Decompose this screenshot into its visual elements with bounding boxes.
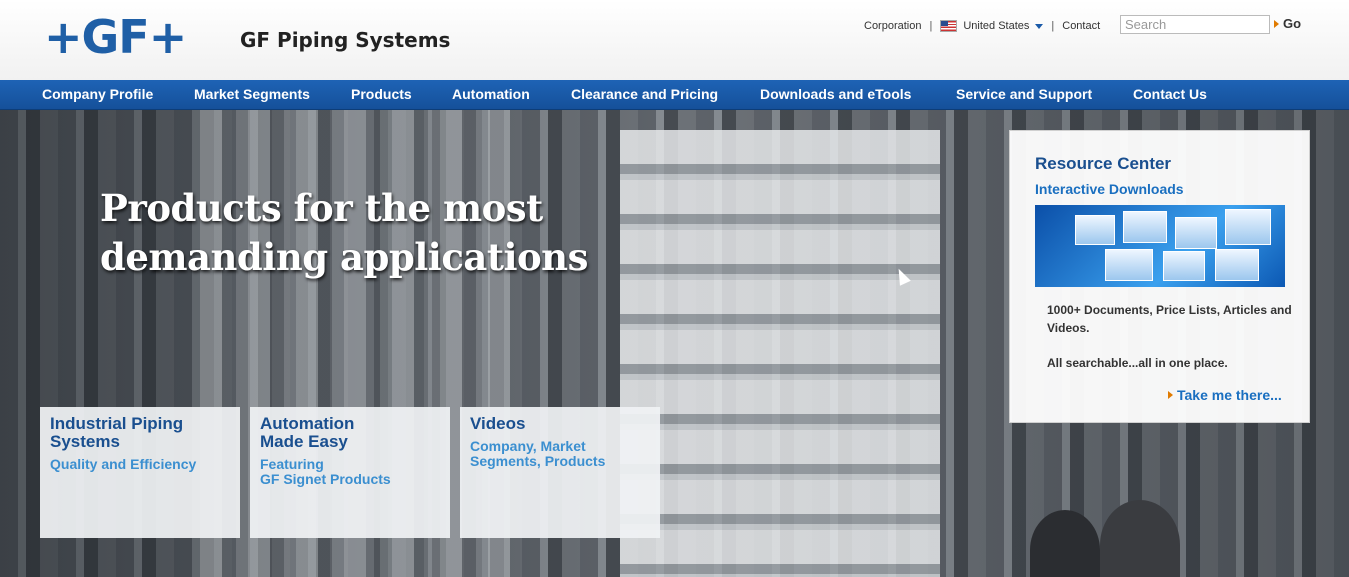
- headline-line-2: demanding applications: [100, 235, 588, 279]
- hero-background-membranes: [620, 130, 940, 577]
- caret-down-icon: [1035, 23, 1044, 29]
- headline-line-1: Products for the most: [100, 186, 543, 230]
- brand-name: GF Piping Systems: [240, 28, 451, 52]
- interactive-downloads-image[interactable]: [1035, 205, 1285, 287]
- resource-center-title: Resource Center: [1035, 154, 1172, 173]
- arrow-right-icon: [1274, 19, 1279, 28]
- utility-links: Corporation | United States | Contact: [864, 19, 1100, 33]
- screen-thumbnail: [1215, 249, 1259, 281]
- screen-thumbnail: [1123, 211, 1167, 243]
- resource-center-tagline: All searchable...all in one place.: [1047, 356, 1228, 370]
- tile-title: Videos: [470, 414, 526, 433]
- resource-center-panel: Resource Center Interactive Downloads 10…: [1009, 130, 1310, 423]
- screen-thumbnail: [1163, 251, 1205, 281]
- tile-subtitle: Featuring GF Signet Products: [260, 457, 445, 487]
- tile-videos[interactable]: Videos Company, Market Segments, Product…: [460, 407, 660, 538]
- nav-item-downloads-etools[interactable]: Downloads and eTools: [760, 80, 911, 109]
- tile-subtitle: Company, Market Segments, Products: [470, 439, 655, 469]
- resource-center-subtitle[interactable]: Interactive Downloads: [1035, 181, 1184, 197]
- nav-item-contact-us[interactable]: Contact Us: [1133, 80, 1207, 109]
- tile-subtitle-line-2: Segments, Products: [470, 453, 606, 469]
- go-button[interactable]: Go: [1274, 16, 1301, 31]
- hero-banner: Products for the most demanding applicat…: [0, 110, 1349, 577]
- take-me-there-link[interactable]: Take me there...: [1168, 387, 1282, 403]
- nav-item-market-segments[interactable]: Market Segments: [194, 80, 310, 109]
- tile-subtitle-line-1: Company, Market: [470, 438, 586, 454]
- screen-thumbnail: [1105, 249, 1153, 281]
- nav-item-clearance-pricing[interactable]: Clearance and Pricing: [571, 80, 718, 109]
- nav-item-company-profile[interactable]: Company Profile: [42, 80, 153, 109]
- nav-item-products[interactable]: Products: [351, 80, 412, 109]
- tile-subtitle-line-2: GF Signet Products: [260, 471, 391, 487]
- tile-industrial-piping[interactable]: Industrial Piping Systems Quality and Ef…: [40, 407, 240, 538]
- gf-logo[interactable]: +GF+: [44, 12, 187, 62]
- arrow-right-icon: [1168, 391, 1173, 399]
- go-label: Go: [1283, 16, 1302, 31]
- tile-subtitle: Quality and Efficiency: [50, 456, 197, 472]
- tile-subtitle-line-1: Featuring: [260, 456, 324, 472]
- separator: |: [929, 20, 933, 32]
- resource-center-description: 1000+ Documents, Price Lists, Articles a…: [1047, 303, 1292, 335]
- separator: |: [1051, 20, 1055, 32]
- tile-title: Automation Made Easy: [260, 415, 445, 451]
- corporation-link[interactable]: Corporation: [864, 20, 921, 32]
- take-me-there-label: Take me there...: [1177, 387, 1282, 403]
- nav-item-automation[interactable]: Automation: [452, 80, 530, 109]
- hero-headline: Products for the most demanding applicat…: [100, 184, 660, 282]
- tile-title: Industrial Piping Systems: [50, 414, 184, 451]
- search-input[interactable]: [1120, 15, 1270, 34]
- screen-thumbnail: [1175, 217, 1217, 249]
- contact-link[interactable]: Contact: [1062, 20, 1100, 32]
- screen-thumbnail: [1075, 215, 1115, 245]
- tile-title-line-2: Made Easy: [260, 432, 348, 451]
- country-selector[interactable]: United States: [940, 20, 1044, 32]
- main-nav: Company Profile Market Segments Products…: [0, 80, 1349, 110]
- tile-automation[interactable]: Automation Made Easy Featuring GF Signet…: [250, 407, 450, 538]
- country-label: United States: [963, 20, 1030, 32]
- person-image: [1100, 500, 1180, 577]
- site-header: +GF+ GF Piping Systems Corporation | Uni…: [0, 0, 1349, 80]
- person-image: [1030, 510, 1100, 577]
- tile-title-line-1: Automation: [260, 414, 355, 433]
- nav-item-service-support[interactable]: Service and Support: [956, 80, 1092, 109]
- screen-thumbnail: [1225, 209, 1271, 245]
- flag-icon: [940, 20, 958, 32]
